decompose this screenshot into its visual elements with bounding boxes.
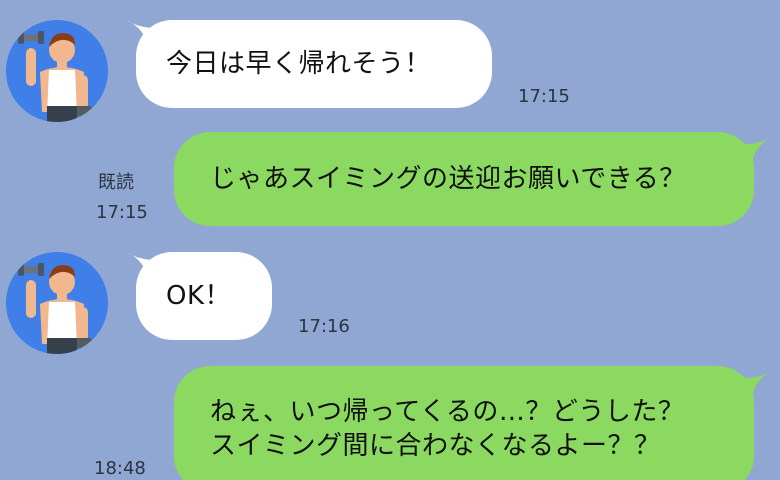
read-receipt: 既読 xyxy=(98,172,134,193)
incoming-message-bubble[interactable]: 今日は早く帰れそう！ xyxy=(136,20,492,108)
message-time: 17:15 xyxy=(518,86,570,107)
message-text-line-1: ねぇ、いつ帰ってくるの…？どうした？ xyxy=(210,397,685,427)
bubble-tail xyxy=(744,368,774,398)
outgoing-message-bubble[interactable]: じゃあスイミングの送迎お願いできる？ xyxy=(174,132,754,226)
message-time: 18:48 xyxy=(94,458,146,479)
message-text: じゃあスイミングの送迎お願いできる？ xyxy=(210,164,686,194)
man-lifting-dumbbell-avatar-icon xyxy=(6,20,108,122)
contact-avatar[interactable] xyxy=(6,252,108,354)
message-text: OK！ xyxy=(166,281,232,311)
bubble-tail xyxy=(744,134,774,164)
outgoing-message-bubble[interactable]: ねぇ、いつ帰ってくるの…？どうした？ スイミング間に合わなくなるよー？？ xyxy=(174,366,754,480)
message-time: 17:15 xyxy=(96,202,148,223)
contact-avatar[interactable] xyxy=(6,20,108,122)
incoming-message-bubble[interactable]: OK！ xyxy=(136,252,272,340)
message-text: 今日は早く帰れそう！ xyxy=(166,49,432,79)
message-text-line-2: スイミング間に合わなくなるよー？？ xyxy=(210,431,661,461)
man-lifting-dumbbell-avatar-icon xyxy=(6,252,108,354)
chat-view: 今日は早く帰れそう！ 17:15 既読 17:15 じゃあスイミングの送迎お願い… xyxy=(0,0,780,480)
message-time: 17:16 xyxy=(298,316,350,337)
